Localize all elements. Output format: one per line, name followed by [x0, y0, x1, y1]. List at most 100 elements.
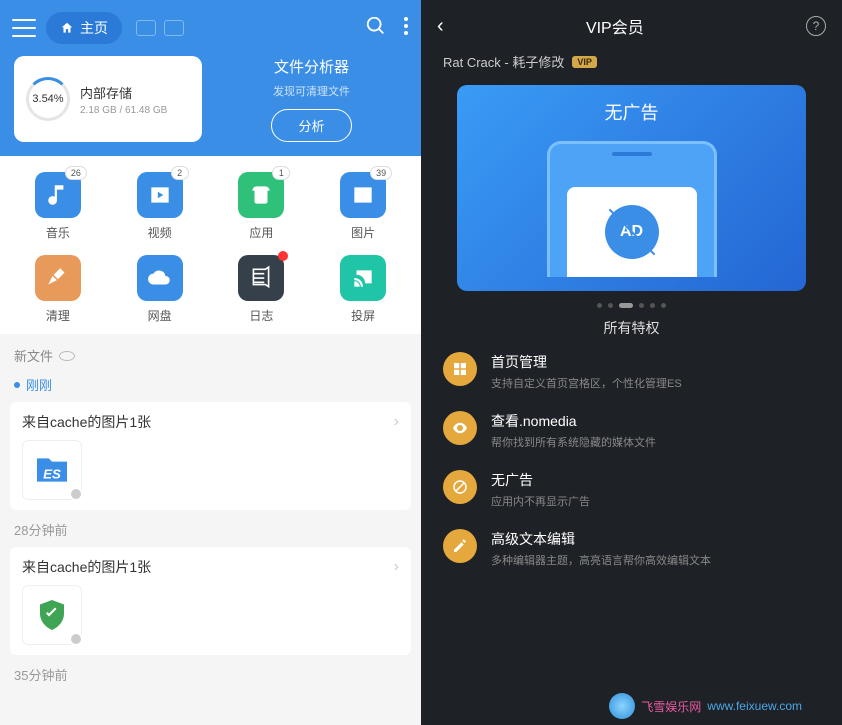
menu-icon[interactable]: [12, 19, 36, 37]
new-files-header: 新文件: [0, 334, 421, 369]
storage-pct-ring: 3.54%: [26, 77, 70, 121]
edit-icon: [443, 529, 477, 563]
time-label: 刚刚: [0, 369, 421, 398]
log-icon: [238, 255, 284, 301]
badge: 26: [65, 166, 87, 180]
thumbnail[interactable]: [22, 585, 82, 645]
grid-item-image[interactable]: 39 图片: [315, 172, 411, 241]
music-icon: 26: [35, 172, 81, 218]
grid-label: 清理: [46, 307, 70, 324]
grid-label: 应用: [249, 224, 273, 241]
corner-dot-icon: [69, 632, 83, 646]
all-privileges-label: 所有特权: [421, 318, 842, 352]
privilege-title: 高级文本编辑: [491, 529, 711, 549]
home-label: 主页: [80, 18, 108, 38]
carousel-dots[interactable]: [421, 291, 842, 318]
es-folder-icon: ES: [32, 450, 72, 490]
banner-heading: 无广告: [605, 99, 659, 125]
grid-item-log[interactable]: 日志: [214, 255, 310, 324]
time-label: 28分钟前: [0, 514, 421, 543]
storage-card[interactable]: 3.54% 内部存储 2.18 GB / 61.48 GB: [14, 56, 202, 142]
user-name: Rat Crack - 耗子修改: [443, 52, 564, 71]
help-icon[interactable]: ?: [806, 16, 826, 36]
shield-icon: [34, 597, 70, 633]
grid-item-cloud[interactable]: 网盘: [112, 255, 208, 324]
privilege-sub: 帮你找到所有系统隐藏的媒体文件: [491, 434, 656, 450]
home-tab[interactable]: 主页: [46, 12, 122, 44]
grid-label: 图片: [351, 224, 375, 241]
red-dot-icon: [278, 251, 288, 261]
file-card[interactable]: 来自cache的图片1张 ›: [10, 547, 411, 655]
badge: 1: [272, 166, 290, 180]
privilege-title: 首页管理: [491, 352, 682, 372]
grid-label: 网盘: [148, 307, 172, 324]
grid-label: 视频: [148, 224, 172, 241]
storage-sub: 2.18 GB / 61.48 GB: [80, 105, 167, 116]
watermark-logo-icon: [609, 693, 635, 719]
analyzer-sub: 发现可清理文件: [273, 83, 350, 99]
thumbnail[interactable]: ES: [22, 440, 82, 500]
grid-icon: [443, 352, 477, 386]
privilege-item[interactable]: 高级文本编辑 多种编辑器主题，高亮语言帮你高效编辑文本: [443, 529, 820, 568]
broom-icon: [35, 255, 81, 301]
grid-label: 日志: [249, 307, 273, 324]
privilege-list: 首页管理 支持自定义首页宫格区，个性化管理ES 查看.nomedia 帮你找到所…: [421, 352, 842, 568]
phone-mock-icon: AD: [547, 141, 717, 277]
grid-item-broom[interactable]: 清理: [10, 255, 106, 324]
no-ad-icon: AD: [605, 205, 659, 259]
cloud-icon: [137, 255, 183, 301]
grid-label: 音乐: [46, 224, 70, 241]
right-header: ‹ VIP会员 ?: [421, 0, 842, 52]
grid-item-video[interactable]: 2 视频: [112, 172, 208, 241]
blue-dot-icon: [14, 382, 20, 388]
right-screen: ‹ VIP会员 ? Rat Crack - 耗子修改 VIP 无广告 AD 所有…: [421, 0, 842, 725]
privilege-item[interactable]: 无广告 应用内不再显示广告: [443, 470, 820, 509]
home-icon: [60, 21, 74, 35]
timeline: 刚刚 来自cache的图片1张 › ES 28分钟前 来自cache的图片1张 › 3…: [0, 369, 421, 688]
noad-icon: [443, 470, 477, 504]
grid-item-music[interactable]: 26 音乐: [10, 172, 106, 241]
grid-item-android[interactable]: 1 应用: [214, 172, 310, 241]
android-icon: 1: [238, 172, 284, 218]
privilege-sub: 多种编辑器主题，高亮语言帮你高效编辑文本: [491, 552, 711, 568]
vip-title: VIP会员: [436, 14, 794, 38]
chevron-right-icon: ›: [394, 413, 399, 431]
user-row: Rat Crack - 耗子修改 VIP: [421, 52, 842, 85]
cast-icon: [340, 255, 386, 301]
search-icon[interactable]: [365, 15, 387, 42]
privilege-item[interactable]: 查看.nomedia 帮你找到所有系统隐藏的媒体文件: [443, 411, 820, 450]
vip-badge: VIP: [572, 56, 597, 68]
badge: 39: [370, 166, 392, 180]
analyzer-panel: 文件分析器 发现可清理文件 分析: [216, 56, 407, 142]
video-icon: 2: [137, 172, 183, 218]
eye-icon[interactable]: [59, 351, 75, 361]
badge: 2: [171, 166, 189, 180]
new-files-label: 新文件: [14, 346, 53, 365]
privilege-sub: 应用内不再显示广告: [491, 493, 590, 509]
left-header: 主页: [0, 0, 421, 56]
storage-row: 3.54% 内部存储 2.18 GB / 61.48 GB 文件分析器 发现可清…: [0, 56, 421, 156]
grid-item-cast[interactable]: 投屏: [315, 255, 411, 324]
window-tab-icon[interactable]: [136, 20, 156, 36]
file-card-title: 来自cache的图片1张: [22, 412, 151, 432]
privilege-sub: 支持自定义首页宫格区，个性化管理ES: [491, 375, 682, 391]
tab-icons: [136, 20, 184, 36]
time-label: 35分钟前: [0, 659, 421, 688]
analyze-button[interactable]: 分析: [271, 109, 351, 142]
watermark-footer: 飞雪娱乐网 www.feixuew.com: [609, 693, 802, 719]
more-icon[interactable]: [403, 16, 409, 41]
grid-label: 投屏: [351, 307, 375, 324]
left-screen: 主页 3.54% 内部存储 2.18 GB / 61.48 GB 文件分析器 发…: [0, 0, 421, 725]
banner-card[interactable]: 无广告 AD: [457, 85, 806, 291]
analyzer-title: 文件分析器: [274, 56, 349, 77]
file-card[interactable]: 来自cache的图片1张 › ES: [10, 402, 411, 510]
storage-title: 内部存储: [80, 83, 167, 102]
svg-text:ES: ES: [43, 466, 61, 481]
file-card-title: 来自cache的图片1张: [22, 557, 151, 577]
privilege-title: 无广告: [491, 470, 590, 490]
chevron-right-icon: ›: [394, 558, 399, 576]
corner-dot-icon: [69, 487, 83, 501]
image-icon: 39: [340, 172, 386, 218]
privilege-item[interactable]: 首页管理 支持自定义首页宫格区，个性化管理ES: [443, 352, 820, 391]
window-tab-icon[interactable]: [164, 20, 184, 36]
